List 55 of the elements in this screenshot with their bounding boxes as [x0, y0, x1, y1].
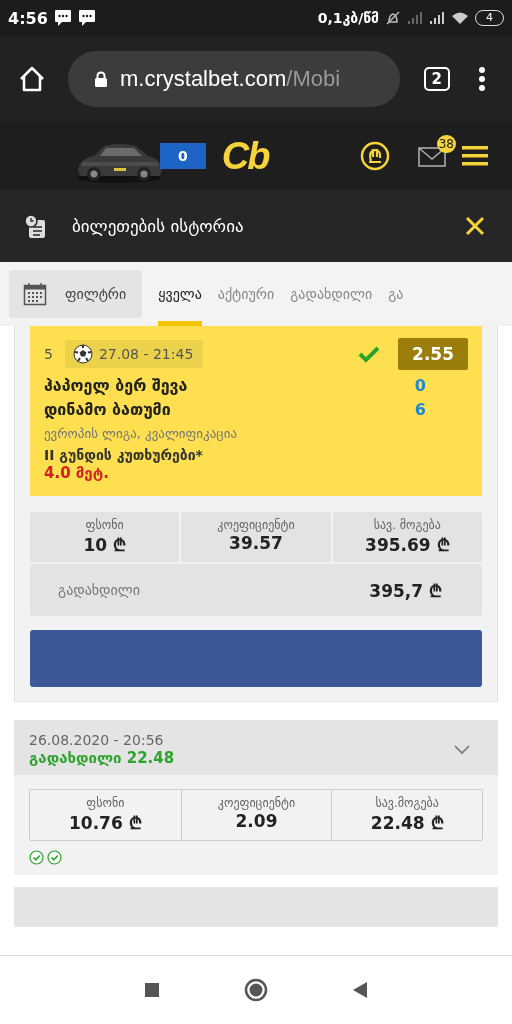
odds-badge: 2.55	[398, 338, 468, 370]
logo[interactable]: Cb	[221, 134, 269, 178]
back-triangle-icon[interactable]	[352, 981, 368, 999]
unread-badge: 38	[436, 135, 456, 153]
stat-value: 2.09	[234, 811, 279, 831]
ticket-result: გადახდილი 22.48	[29, 749, 175, 767]
lari-coin-icon[interactable]	[360, 141, 390, 171]
tab-count-button[interactable]: 2	[423, 67, 450, 91]
payout-label: გადახდილი	[58, 582, 140, 598]
stat-label: კოეფიციენტი	[216, 796, 297, 810]
payout-value: 395,7 ₾	[369, 579, 442, 602]
lock-icon	[94, 71, 108, 87]
stat-label: ფსონი	[84, 518, 125, 532]
close-icon[interactable]	[464, 215, 486, 237]
stat-label: სავ.მოგება	[374, 796, 440, 810]
soccer-ball-icon	[72, 344, 93, 364]
url-text: m.crystalbet.com/Mobi	[120, 66, 341, 92]
stat-label: კოეფიციენტი	[216, 518, 296, 532]
muted-bell-icon	[385, 10, 401, 26]
stat-value: 10.76 ₾	[67, 812, 143, 834]
circle-icon[interactable]	[244, 978, 268, 1002]
team-name: დინამო ბათუმი	[44, 399, 172, 421]
score: 6	[414, 399, 426, 421]
stat-value: 22.48 ₾	[369, 812, 445, 834]
page-title: ბილეთების ისტორია	[72, 216, 245, 236]
ticket-date: 26.08.2020 - 20:56	[29, 732, 165, 748]
network-speed: 0,1კბ/წმ	[317, 10, 379, 26]
team-name: ჰაპოელ ბერ შევა	[44, 375, 188, 397]
ticket-history-icon	[24, 214, 46, 238]
event-number: 5	[44, 346, 53, 362]
calendar-icon	[23, 282, 47, 306]
selection-text: 4.0 მეტ.	[44, 464, 110, 482]
square-icon[interactable]	[144, 982, 160, 998]
stat-label: სავ. მოგება	[372, 518, 442, 532]
league-name: ევროპის ლიგა, კვალიფიკაცია	[44, 426, 238, 441]
more-menu-icon[interactable]	[478, 66, 486, 92]
signal-icon	[429, 11, 445, 25]
stat-value: 395.69 ₾	[364, 534, 451, 556]
menu-icon[interactable]	[462, 145, 488, 167]
stat-value: 10 ₾	[82, 534, 127, 556]
filter-button[interactable]: ფილტრი	[9, 270, 143, 318]
ticket-counter[interactable]: 0	[160, 143, 206, 169]
score: 0	[414, 375, 426, 397]
stat-value: 39.57	[228, 533, 284, 553]
home-icon[interactable]	[18, 65, 46, 93]
clock-time: 4:56	[8, 8, 48, 28]
stat-label: ფსონი	[85, 796, 126, 810]
address-bar[interactable]: m.crystalbet.com/Mobi	[68, 51, 400, 107]
message-icon	[77, 9, 96, 27]
market-name: II გუნდის კუთხურები*	[44, 447, 204, 463]
message-icon	[53, 9, 72, 27]
ticket-header[interactable]: 26.08.2020 - 20:56 გადახდილი 22.48	[14, 720, 498, 775]
wifi-icon	[451, 11, 469, 25]
signal-icon	[407, 11, 423, 25]
event-time-chip: 27.08 - 21:45	[64, 340, 204, 368]
